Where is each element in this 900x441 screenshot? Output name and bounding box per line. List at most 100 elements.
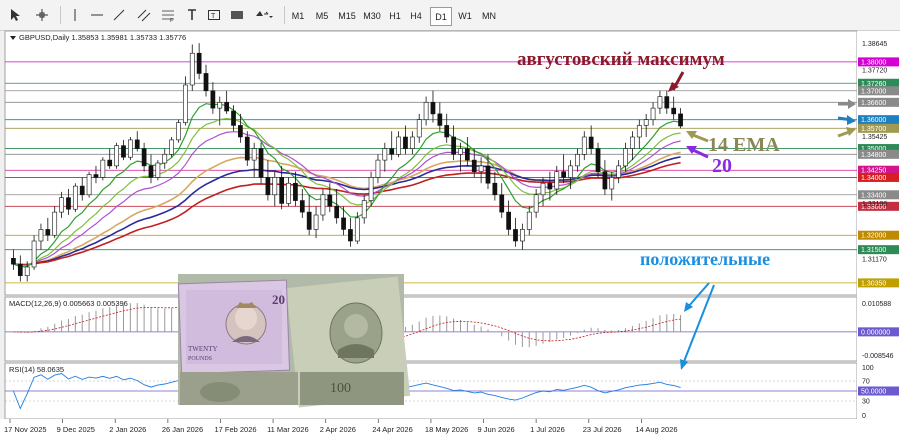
candle-body [513,229,518,242]
candle-body [341,217,346,230]
rsi-tick-label: 0 [862,413,866,420]
candle-body [306,211,312,230]
date-label: 2 Jan 2026 [109,425,146,434]
candle-body [650,107,656,120]
price-tick-label: 1.38645 [862,41,887,48]
candle-body [286,182,291,204]
candle-body [100,159,106,178]
price-tick-label: 1.35425 [862,134,887,141]
candle-body [595,148,601,172]
candle-body [52,211,58,236]
date-label: 17 Nov 2025 [4,425,47,434]
date-label: 11 Mar 2026 [267,425,309,434]
annotation-14-ema: 14 EMA [708,134,780,156]
candle-body [643,119,649,126]
candle-body [444,125,450,138]
candle-body [114,145,119,167]
candle-body [416,119,422,138]
candle-body [506,211,511,230]
price-tick-label: 1.33100 [862,201,887,208]
candle-body [485,165,491,184]
level-price-label: 1.36000 [861,117,886,124]
candle-body [575,154,580,167]
candle-body [451,136,456,155]
svg-text:100: 100 [330,381,351,396]
candle-body [17,263,23,276]
candle-body [238,125,243,138]
candle-body [499,194,505,213]
candle-body [568,165,573,178]
annotation-20: 20 [712,155,732,177]
macd-header: MACD(12,26,9) 0.005663 0.005396 [9,299,128,308]
rsi-tick-label: 50.0000 [861,389,886,396]
candle-body [581,136,587,155]
rsi-tick-label: 30 [862,399,870,406]
candle-body [471,159,477,172]
date-label: 14 Aug 2026 [635,425,677,434]
main-chart-header: GBPUSD,Daily 1.35853 1.35981 1.35733 1.3… [19,33,186,42]
macd-tick-label: 0.010588 [862,301,891,308]
candle-body [348,229,353,242]
candle-body [134,139,140,149]
candle-body [265,177,271,196]
candle-body [93,174,99,178]
level-price-label: 1.38000 [861,59,886,66]
candle-body [368,177,374,201]
chart-area[interactable]: 1.380001.372601.370001.366001.360001.357… [0,0,900,441]
candle-body [127,139,133,158]
level-price-label: 1.35700 [861,126,886,133]
level-price-label: 1.34000 [861,175,886,182]
candle-body [423,102,429,120]
candle-body [31,240,37,268]
candle-body [630,136,635,149]
date-label: 9 Dec 2025 [57,425,95,434]
candle-body [657,96,663,109]
candle-body [217,102,223,109]
candle-body [279,177,285,204]
macd-pane[interactable] [4,296,858,362]
banknote-currency: POUNDS [188,356,212,362]
candle-body [11,258,16,265]
date-label: 17 Feb 2026 [214,425,256,434]
candle-body [492,182,498,196]
annotation-positive: положительные [640,249,770,269]
candle-body [361,200,367,219]
candle-body [183,84,188,123]
candle-body [409,136,415,149]
candle-body [59,197,64,213]
candle-body [561,171,567,178]
candle-body [464,148,470,161]
candle-body [66,197,71,210]
candle-body [141,148,147,167]
candle-body [155,162,161,178]
banknote-image: 100 20 TWENTY POUNDS [177,274,411,408]
candle-body [258,148,264,178]
macd-tick-label: 0.000000 [861,329,890,336]
candle-body [148,165,154,178]
date-label: 1 Jul 2026 [530,425,565,434]
level-price-label: 1.37000 [861,88,886,95]
candle-body [478,165,484,172]
candle-body [169,139,174,155]
candle-body [107,159,113,167]
candle-body [224,102,230,112]
candle-body [79,185,85,196]
candle-body [38,229,44,242]
candle-body [520,229,525,242]
candle-body [244,136,250,161]
candle-body [588,136,594,149]
candle-body [609,177,615,190]
candle-body [299,200,305,213]
date-label: 18 May 2026 [425,425,468,434]
candle-body [678,113,683,127]
candle-body [458,148,463,155]
candle-body [196,52,202,74]
candle-body [272,177,278,196]
candle-body [176,122,181,141]
annotation-august-max: августовский максимум [517,49,725,70]
candle-body [203,73,209,92]
candle-body [375,159,381,178]
price-tick-label: 1.37720 [862,67,887,74]
candle-body [162,154,168,164]
candle-body [540,182,546,196]
